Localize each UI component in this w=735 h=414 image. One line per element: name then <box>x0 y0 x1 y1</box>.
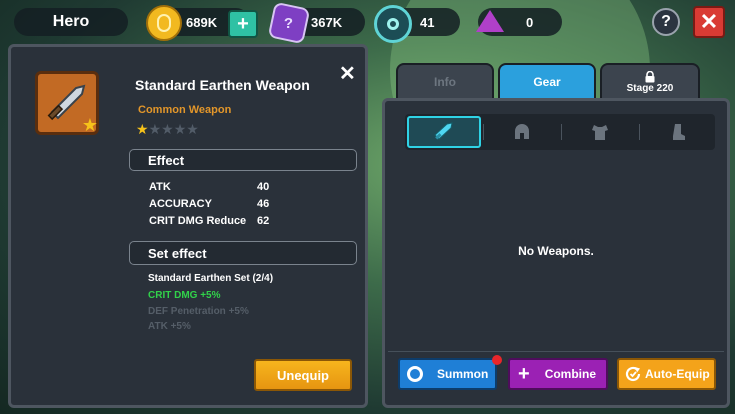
category-boots[interactable] <box>641 116 715 148</box>
teal-token-icon <box>374 5 412 43</box>
item-portrait: ★ <box>35 71 99 135</box>
crystal-counter: 0 <box>476 8 562 36</box>
effect-header: Effect <box>129 149 357 171</box>
combine-label: Combine <box>544 367 597 381</box>
add-gold-button[interactable]: + <box>228 10 258 38</box>
empty-message: No Weapons. <box>518 244 594 258</box>
unequip-button[interactable]: Unequip <box>254 359 352 391</box>
top-bar: Hero 689K + ? 367K 41 0 ? ✕ <box>0 0 735 45</box>
gear-panel: No Weapons. Summon + Combine Auto-Equip <box>382 98 730 408</box>
summon-ring-icon <box>407 366 423 382</box>
category-armor[interactable] <box>563 116 637 148</box>
star-filled-icon: ★ <box>136 121 149 137</box>
help-button[interactable]: ? <box>652 8 680 36</box>
purple-gem-icon: ? <box>267 1 311 45</box>
auto-equip-label: Auto-Equip <box>645 367 710 381</box>
stat-row: CRIT DMG Reduce 62 <box>149 215 329 227</box>
stat-value: 62 <box>257 215 270 227</box>
star-badge-icon: ★ <box>81 115 98 135</box>
boot-icon <box>673 124 685 140</box>
stat-label: ATK <box>149 181 171 193</box>
page-title: Hero <box>14 8 128 36</box>
auto-refresh-icon <box>625 366 641 382</box>
gem-counter: ? 367K <box>267 1 365 45</box>
purple-crystal-icon <box>474 5 506 37</box>
set-name: Standard Earthen Set (2/4) <box>148 273 274 284</box>
item-name: Standard Earthen Weapon <box>135 77 310 93</box>
summon-button[interactable]: Summon <box>398 358 497 390</box>
tab-label: Gear <box>533 75 561 89</box>
armor-icon <box>592 125 608 140</box>
tab-label: Stage 220 <box>626 82 674 94</box>
item-rarity: Common Weapon <box>138 104 232 116</box>
sword-icon <box>434 122 453 140</box>
plus-icon: + <box>518 363 530 385</box>
combine-button[interactable]: + Combine <box>508 358 608 390</box>
tab-info[interactable]: Info <box>396 63 494 99</box>
divider <box>639 124 640 140</box>
star-empty-icon: ★ <box>148 121 162 137</box>
token-amount: 41 <box>420 14 435 30</box>
gem-amount: 367K <box>311 14 343 30</box>
panel-close-icon[interactable]: ✕ <box>339 61 356 86</box>
star-empty-icon: ★ <box>161 121 174 137</box>
category-helmet[interactable] <box>485 116 559 148</box>
gold-coin-icon <box>146 5 182 41</box>
divider <box>483 124 484 140</box>
summon-label: Summon <box>437 367 489 381</box>
gear-category-bar <box>405 114 715 150</box>
category-weapon[interactable] <box>407 116 481 148</box>
star-empty-icon: ★ <box>186 121 199 137</box>
auto-equip-button[interactable]: Auto-Equip <box>617 358 716 390</box>
divider <box>388 351 724 352</box>
tab-label: Info <box>434 75 456 89</box>
set-bonus-inactive: DEF Penetration +5% <box>148 306 249 317</box>
helmet-icon <box>515 124 529 139</box>
item-detail-panel: ★ Standard Earthen Weapon Common Weapon … <box>8 44 368 408</box>
close-button[interactable]: ✕ <box>693 6 725 38</box>
stat-label: CRIT DMG Reduce <box>149 215 247 227</box>
stat-label: ACCURACY <box>149 198 212 210</box>
stat-row: ACCURACY 46 <box>149 198 329 210</box>
notification-dot <box>492 355 502 365</box>
set-effect-header: Set effect <box>129 241 357 265</box>
star-rating: ★★★★★ <box>136 121 199 138</box>
lock-icon <box>645 70 655 82</box>
token-counter: 41 <box>374 5 460 43</box>
tab-gear[interactable]: Gear <box>498 63 596 99</box>
stat-value: 46 <box>257 198 270 210</box>
set-bonus-active: CRIT DMG +5% <box>148 290 221 301</box>
stat-value: 40 <box>257 181 270 193</box>
stat-row: ATK 40 <box>149 181 329 193</box>
star-empty-icon: ★ <box>173 121 187 137</box>
crystal-amount: 0 <box>526 14 534 30</box>
divider <box>561 124 562 140</box>
set-bonus-inactive: ATK +5% <box>148 321 191 332</box>
tab-stage[interactable]: Stage 220 <box>600 63 700 99</box>
gold-amount: 689K <box>186 14 218 30</box>
